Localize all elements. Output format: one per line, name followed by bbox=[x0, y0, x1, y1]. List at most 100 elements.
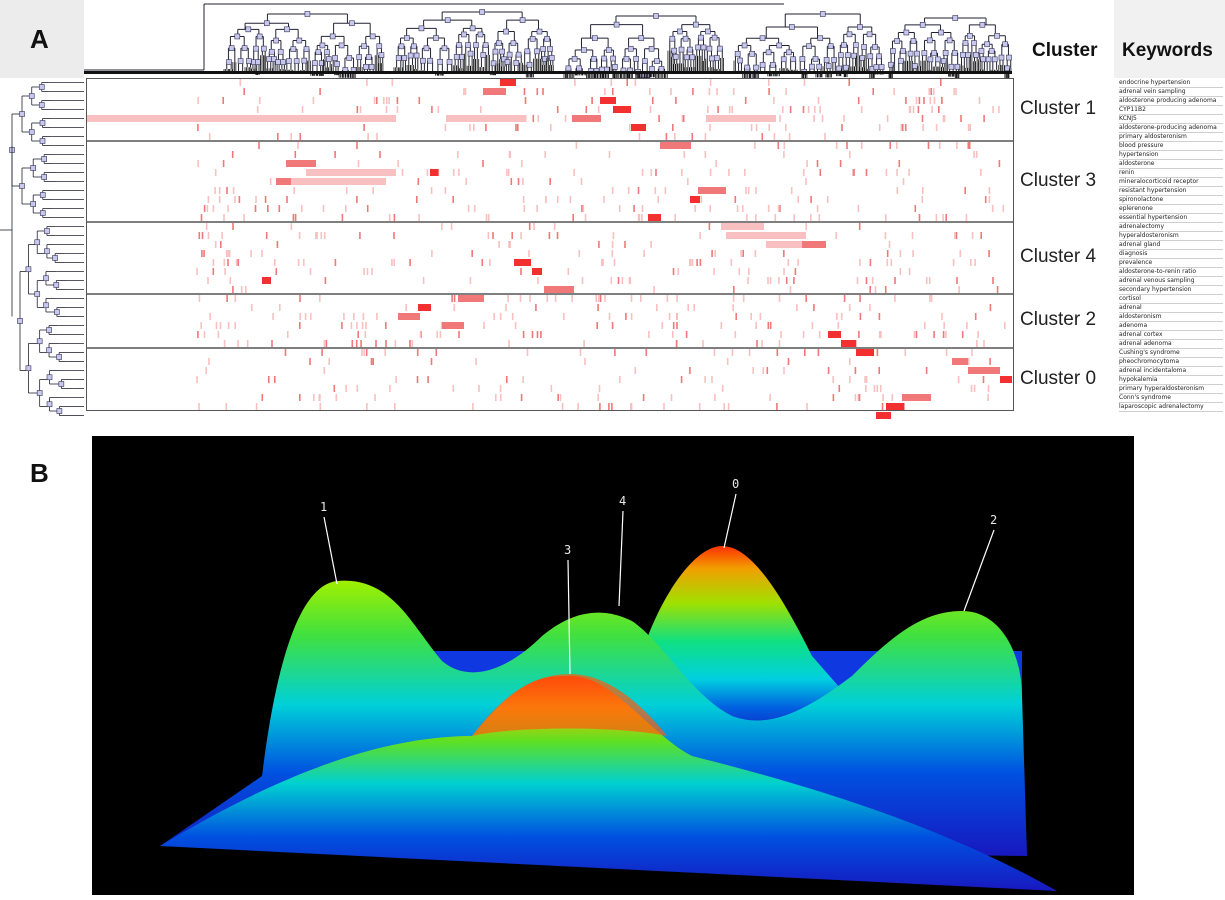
heatmap-cell bbox=[709, 79, 712, 86]
heatmap-cell bbox=[988, 196, 991, 203]
heatmap-cell bbox=[197, 97, 199, 104]
dendrogram-node bbox=[658, 66, 665, 72]
heatmap-cell bbox=[284, 349, 287, 356]
heatmap-cell bbox=[689, 259, 691, 266]
dendrogram-node bbox=[816, 63, 823, 70]
heatmap-cell bbox=[709, 205, 711, 212]
heatmap-cell bbox=[769, 394, 771, 401]
heatmap-cell bbox=[374, 394, 376, 401]
heatmap-cell bbox=[316, 232, 318, 239]
heatmap-cell bbox=[762, 367, 765, 374]
heatmap-cell bbox=[261, 250, 263, 257]
heatmap-cell bbox=[223, 340, 226, 347]
heatmap-cell bbox=[422, 277, 425, 284]
heatmap-cell bbox=[835, 142, 838, 149]
heatmap-cell bbox=[601, 259, 603, 266]
heatmap-cell bbox=[508, 151, 511, 158]
dendrogram-node bbox=[971, 40, 977, 46]
panel-label-a: A bbox=[30, 24, 49, 54]
heatmap-cell bbox=[638, 133, 641, 140]
heatmap-cell bbox=[299, 133, 302, 140]
heatmap-cell bbox=[805, 178, 807, 185]
dendrogram-node bbox=[683, 54, 690, 61]
heatmap-block bbox=[276, 178, 291, 185]
heatmap-cell bbox=[375, 340, 377, 347]
heatmap-cell bbox=[469, 124, 471, 131]
heatmap-cell bbox=[858, 223, 861, 230]
heatmap-block bbox=[613, 106, 631, 113]
heatmap-cell bbox=[952, 259, 955, 266]
dendrogram-node bbox=[973, 52, 979, 58]
dendrogram-node bbox=[695, 44, 701, 51]
dendrogram-node bbox=[984, 41, 990, 48]
dendrogram-node bbox=[529, 36, 536, 42]
heatmap-cell bbox=[953, 88, 955, 95]
heatmap-cell bbox=[653, 286, 655, 293]
dendrogram-node bbox=[682, 35, 689, 42]
heatmap-cell bbox=[857, 97, 860, 104]
dendrogram-node bbox=[226, 59, 232, 65]
heatmap-cell bbox=[720, 322, 723, 329]
heatmap-cell bbox=[975, 151, 978, 158]
heatmap-cell bbox=[299, 322, 301, 329]
heatmap-cell bbox=[742, 205, 744, 212]
heatmap-cell bbox=[554, 295, 557, 302]
heatmap-cell bbox=[733, 286, 735, 293]
dendrogram-node bbox=[461, 31, 467, 38]
heatmap-cell bbox=[232, 187, 235, 194]
heatmap-cell bbox=[528, 223, 531, 230]
heatmap-cell bbox=[641, 169, 644, 176]
heatmap-cell bbox=[956, 142, 958, 149]
dendrogram-node bbox=[753, 64, 759, 71]
heatmap-cell bbox=[666, 295, 669, 302]
heatmap-cell bbox=[549, 178, 551, 185]
heatmap-cell bbox=[356, 106, 359, 113]
heatmap-cell bbox=[819, 106, 821, 113]
dendrogram-node bbox=[700, 44, 707, 51]
heatmap-cell bbox=[498, 241, 500, 248]
heatmap-cell bbox=[840, 313, 843, 320]
heatmap-cell bbox=[511, 232, 513, 239]
heatmap-band bbox=[231, 115, 396, 122]
dendrogram-node bbox=[256, 33, 263, 40]
heatmap-cell bbox=[575, 142, 578, 149]
heatmap-cell bbox=[237, 259, 240, 266]
dendrogram-node bbox=[836, 65, 842, 72]
heatmap-cell bbox=[982, 376, 985, 383]
heatmap-cell bbox=[664, 187, 667, 194]
dendrogram-node bbox=[846, 31, 853, 38]
heatmap-cell bbox=[912, 250, 914, 257]
heatmap-cell bbox=[672, 268, 675, 275]
dendrogram-node bbox=[44, 228, 50, 234]
peak-label: 0 bbox=[732, 477, 739, 491]
heatmap-cell bbox=[987, 394, 989, 401]
heatmap-cell bbox=[473, 124, 475, 131]
heatmap-cell bbox=[367, 133, 369, 140]
heatmap-cell bbox=[738, 268, 741, 275]
heatmap-cell bbox=[614, 349, 616, 356]
heatmap-cell bbox=[475, 358, 477, 365]
heatmap-cell bbox=[612, 88, 614, 95]
dendrogram-node bbox=[648, 45, 655, 52]
heatmap-cell bbox=[992, 277, 994, 284]
heatmap-cell bbox=[363, 124, 365, 131]
heatmap-cell bbox=[542, 88, 544, 95]
heatmap-cell bbox=[611, 403, 613, 410]
dendrogram-node bbox=[867, 53, 874, 60]
heatmap-cell bbox=[275, 268, 278, 275]
heatmap-cell bbox=[290, 223, 293, 230]
heatmap-cell bbox=[991, 205, 994, 212]
heatmap-cell bbox=[389, 385, 391, 392]
heatmap-block bbox=[1000, 376, 1012, 383]
heatmap-cell bbox=[608, 403, 610, 410]
heatmap-cell bbox=[694, 205, 696, 212]
heatmap-cell bbox=[732, 88, 735, 95]
dendrogram-node bbox=[921, 50, 928, 56]
heatmap-cell bbox=[645, 349, 648, 356]
heatmap-cell bbox=[783, 250, 785, 257]
heatmap-cell bbox=[769, 277, 772, 284]
heatmap-cell bbox=[507, 295, 509, 302]
dendrogram-node bbox=[245, 26, 252, 33]
heatmap-block bbox=[398, 313, 420, 320]
dendrogram-node bbox=[534, 48, 540, 55]
